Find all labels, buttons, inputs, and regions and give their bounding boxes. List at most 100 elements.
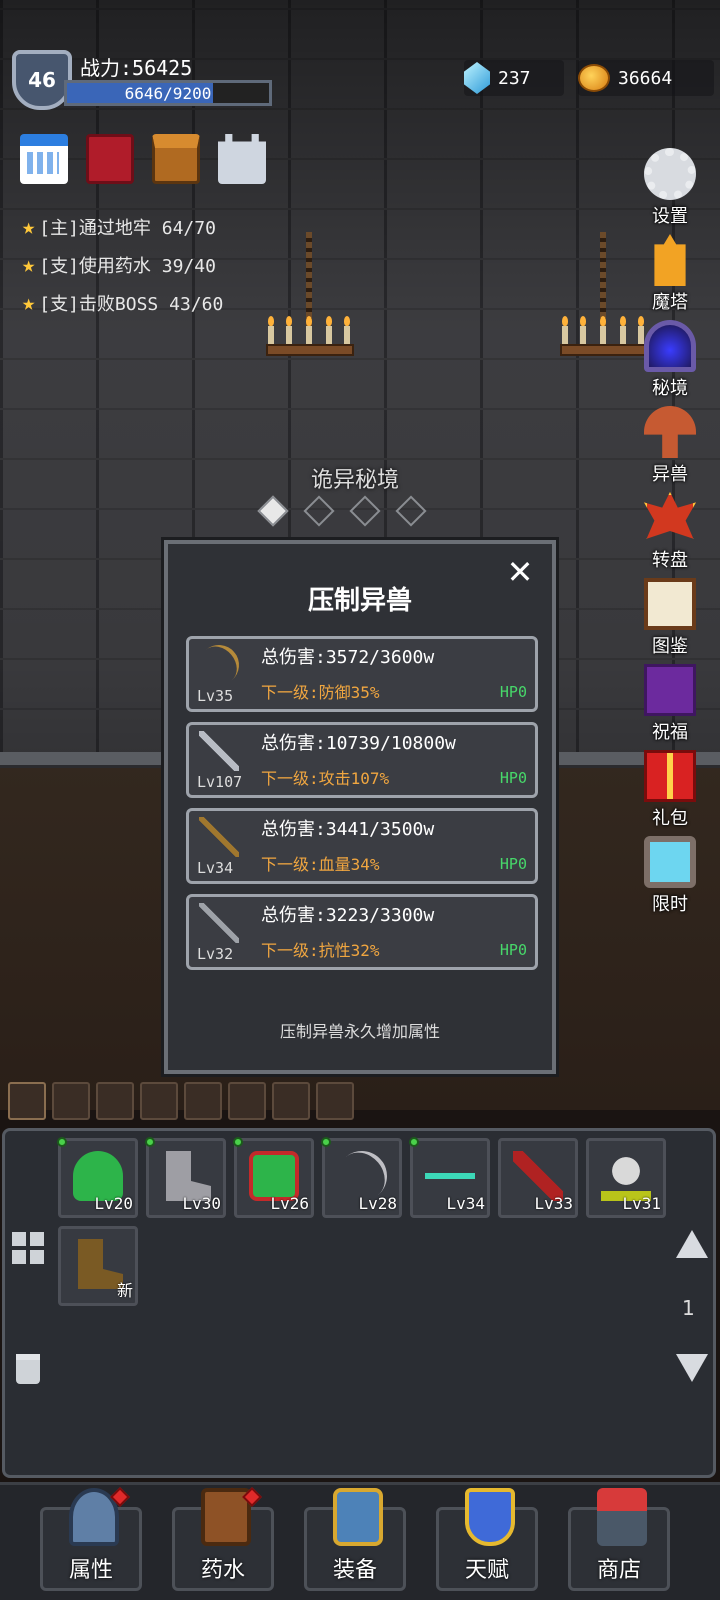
inventory-slot[interactable]: Lv33 xyxy=(498,1138,578,1218)
page-down-icon[interactable] xyxy=(676,1354,708,1382)
item-new-tag: 新 xyxy=(116,1281,133,1300)
new-dot xyxy=(409,1137,419,1147)
new-dot xyxy=(233,1137,243,1147)
bottom-nav: 属性 药水 装备 天赋 商店 xyxy=(0,1482,720,1600)
gold-counter[interactable]: 36664 xyxy=(578,60,714,96)
close-icon[interactable]: ✕ xyxy=(502,554,538,590)
stage-dot[interactable] xyxy=(303,495,335,527)
boot-icon xyxy=(78,1239,123,1289)
menu-secret-realm[interactable]: 秘境 xyxy=(630,320,710,406)
star-icon: ★ xyxy=(22,252,36,278)
inventory-slot[interactable]: Lv34 xyxy=(409,1137,490,1218)
open-book-icon xyxy=(644,578,696,630)
stage-title: 诡异秘境 xyxy=(310,468,399,493)
strip-item[interactable] xyxy=(184,1082,222,1120)
suppress-beast-dialog: 压制异兽 ✕ Lv35 总伤害:3572/3600w 下一级:防御35% HP0… xyxy=(161,537,559,1077)
spellbook-icon[interactable] xyxy=(86,134,134,184)
quest-text: [支]使用药水 39/40 xyxy=(39,256,216,277)
blessing-tome-icon xyxy=(644,664,696,716)
shop-icon xyxy=(597,1488,647,1546)
total-damage: 总伤害:3223/3300w xyxy=(261,905,435,926)
beast-hp: HP0 xyxy=(499,941,527,959)
page-up-icon[interactable] xyxy=(676,1230,708,1258)
strip-item[interactable] xyxy=(52,1082,90,1120)
stage-dot[interactable] xyxy=(349,495,381,527)
menu-label: 转盘 xyxy=(652,550,688,571)
quest-text: [主]通过地牢 64/70 xyxy=(39,218,216,239)
inventory-slot[interactable]: Lv30 xyxy=(145,1137,226,1218)
next-level-bonus: 下一级:防御35% xyxy=(261,683,380,702)
inventory-slot[interactable]: Lv31 xyxy=(586,1138,666,1218)
strip-item[interactable] xyxy=(316,1082,354,1120)
inventory-slot[interactable]: Lv28 xyxy=(321,1137,402,1218)
inventory-slot[interactable]: 新 xyxy=(58,1226,138,1306)
quest-list: ★ [主]通过地牢 64/70 ★ [支]使用药水 39/40 ★ [支]击败BOSS… xyxy=(22,208,223,322)
beast-card[interactable]: Lv35 总伤害:3572/3600w 下一级:防御35% HP0 xyxy=(186,636,538,712)
strip-item[interactable] xyxy=(96,1082,134,1120)
menu-label: 祝福 xyxy=(652,722,688,743)
gold-coin-icon xyxy=(578,64,610,92)
beast-level: Lv35 xyxy=(197,687,234,705)
grid-view-icon[interactable] xyxy=(12,1232,44,1264)
total-damage: 总伤害:10739/10800w xyxy=(261,733,456,754)
beast-card[interactable]: Lv107 总伤害:10739/10800w 下一级:攻击107% HP0 xyxy=(186,722,538,798)
equipment-quick-strip xyxy=(8,1082,354,1120)
strip-item[interactable] xyxy=(140,1082,178,1120)
menu-gift-pack[interactable]: 礼包 xyxy=(630,750,710,836)
item-level: Lv33 xyxy=(534,1194,573,1213)
total-damage: 总伤害:3441/3500w xyxy=(261,819,435,840)
dagger-icon xyxy=(199,903,239,943)
gem-counter[interactable]: 237 xyxy=(464,60,564,96)
player-level-badge[interactable]: 46 xyxy=(12,50,72,110)
strip-item[interactable] xyxy=(8,1082,46,1120)
inventory-slot[interactable]: Lv20 xyxy=(57,1137,138,1218)
right-side-menu: 设置 魔塔 秘境 异兽 转盘 图鉴 祝福 礼包 限时 xyxy=(630,148,710,922)
item-level: Lv31 xyxy=(622,1194,661,1213)
item-level: Lv30 xyxy=(182,1194,221,1213)
combat-power: 战力:56425 xyxy=(80,56,193,80)
calendar-icon[interactable] xyxy=(20,134,68,184)
dialog-note: 压制异兽永久增加属性 xyxy=(279,1022,440,1041)
nav-shop[interactable]: 商店 xyxy=(568,1488,670,1591)
menu-label: 限时 xyxy=(652,894,688,915)
beast-card[interactable]: Lv34 总伤害:3441/3500w 下一级:血量34% HP0 xyxy=(186,808,538,884)
menu-limited[interactable]: 限时 xyxy=(630,836,710,922)
nav-potions[interactable]: 药水 xyxy=(172,1487,274,1591)
menu-magic-tower[interactable]: 魔塔 xyxy=(630,234,710,320)
stage-dot[interactable] xyxy=(395,495,427,527)
strip-item[interactable] xyxy=(272,1082,310,1120)
hp-bar: 6646/9200 xyxy=(64,80,272,106)
menu-label: 设置 xyxy=(652,206,688,227)
shield-icon xyxy=(465,1488,515,1546)
menu-codex[interactable]: 图鉴 xyxy=(630,578,710,664)
menu-blessing[interactable]: 祝福 xyxy=(630,664,710,750)
quest-item[interactable]: ★ [主]通过地牢 64/70 xyxy=(22,208,223,246)
magic-tower-icon xyxy=(654,234,686,286)
staff-icon xyxy=(199,817,239,857)
star-icon: ★ xyxy=(22,290,36,316)
trash-icon[interactable] xyxy=(16,1354,40,1384)
gem-amount: 237 xyxy=(498,67,531,89)
menu-label: 图鉴 xyxy=(652,636,688,657)
portal-icon xyxy=(644,320,696,372)
menu-settings[interactable]: 设置 xyxy=(630,148,710,234)
next-level-bonus: 下一级:血量34% xyxy=(261,855,380,874)
armor-icon xyxy=(333,1488,383,1546)
new-dot xyxy=(145,1137,155,1147)
treasure-chest-icon[interactable] xyxy=(152,134,200,184)
gift-icon xyxy=(644,750,696,802)
nav-equipment[interactable]: 装备 xyxy=(304,1488,406,1591)
strip-item[interactable] xyxy=(228,1082,266,1120)
sword-icon xyxy=(199,731,239,771)
inventory-slot[interactable]: Lv26 xyxy=(233,1137,314,1218)
stage-dot[interactable] xyxy=(257,495,289,527)
quest-item[interactable]: ★ [支]击败BOSS 43/60 xyxy=(22,284,223,322)
item-level: Lv28 xyxy=(358,1194,397,1213)
new-dot xyxy=(321,1137,331,1147)
beast-card[interactable]: Lv32 总伤害:3223/3300w 下一级:抗性32% HP0 xyxy=(186,894,538,970)
quest-item[interactable]: ★ [支]使用药水 39/40 xyxy=(22,246,223,284)
castle-icon[interactable] xyxy=(218,134,266,184)
nav-talents[interactable]: 天赋 xyxy=(436,1488,538,1591)
nav-attributes[interactable]: 属性 xyxy=(40,1487,142,1591)
menu-wheel[interactable]: 转盘 xyxy=(630,492,710,578)
